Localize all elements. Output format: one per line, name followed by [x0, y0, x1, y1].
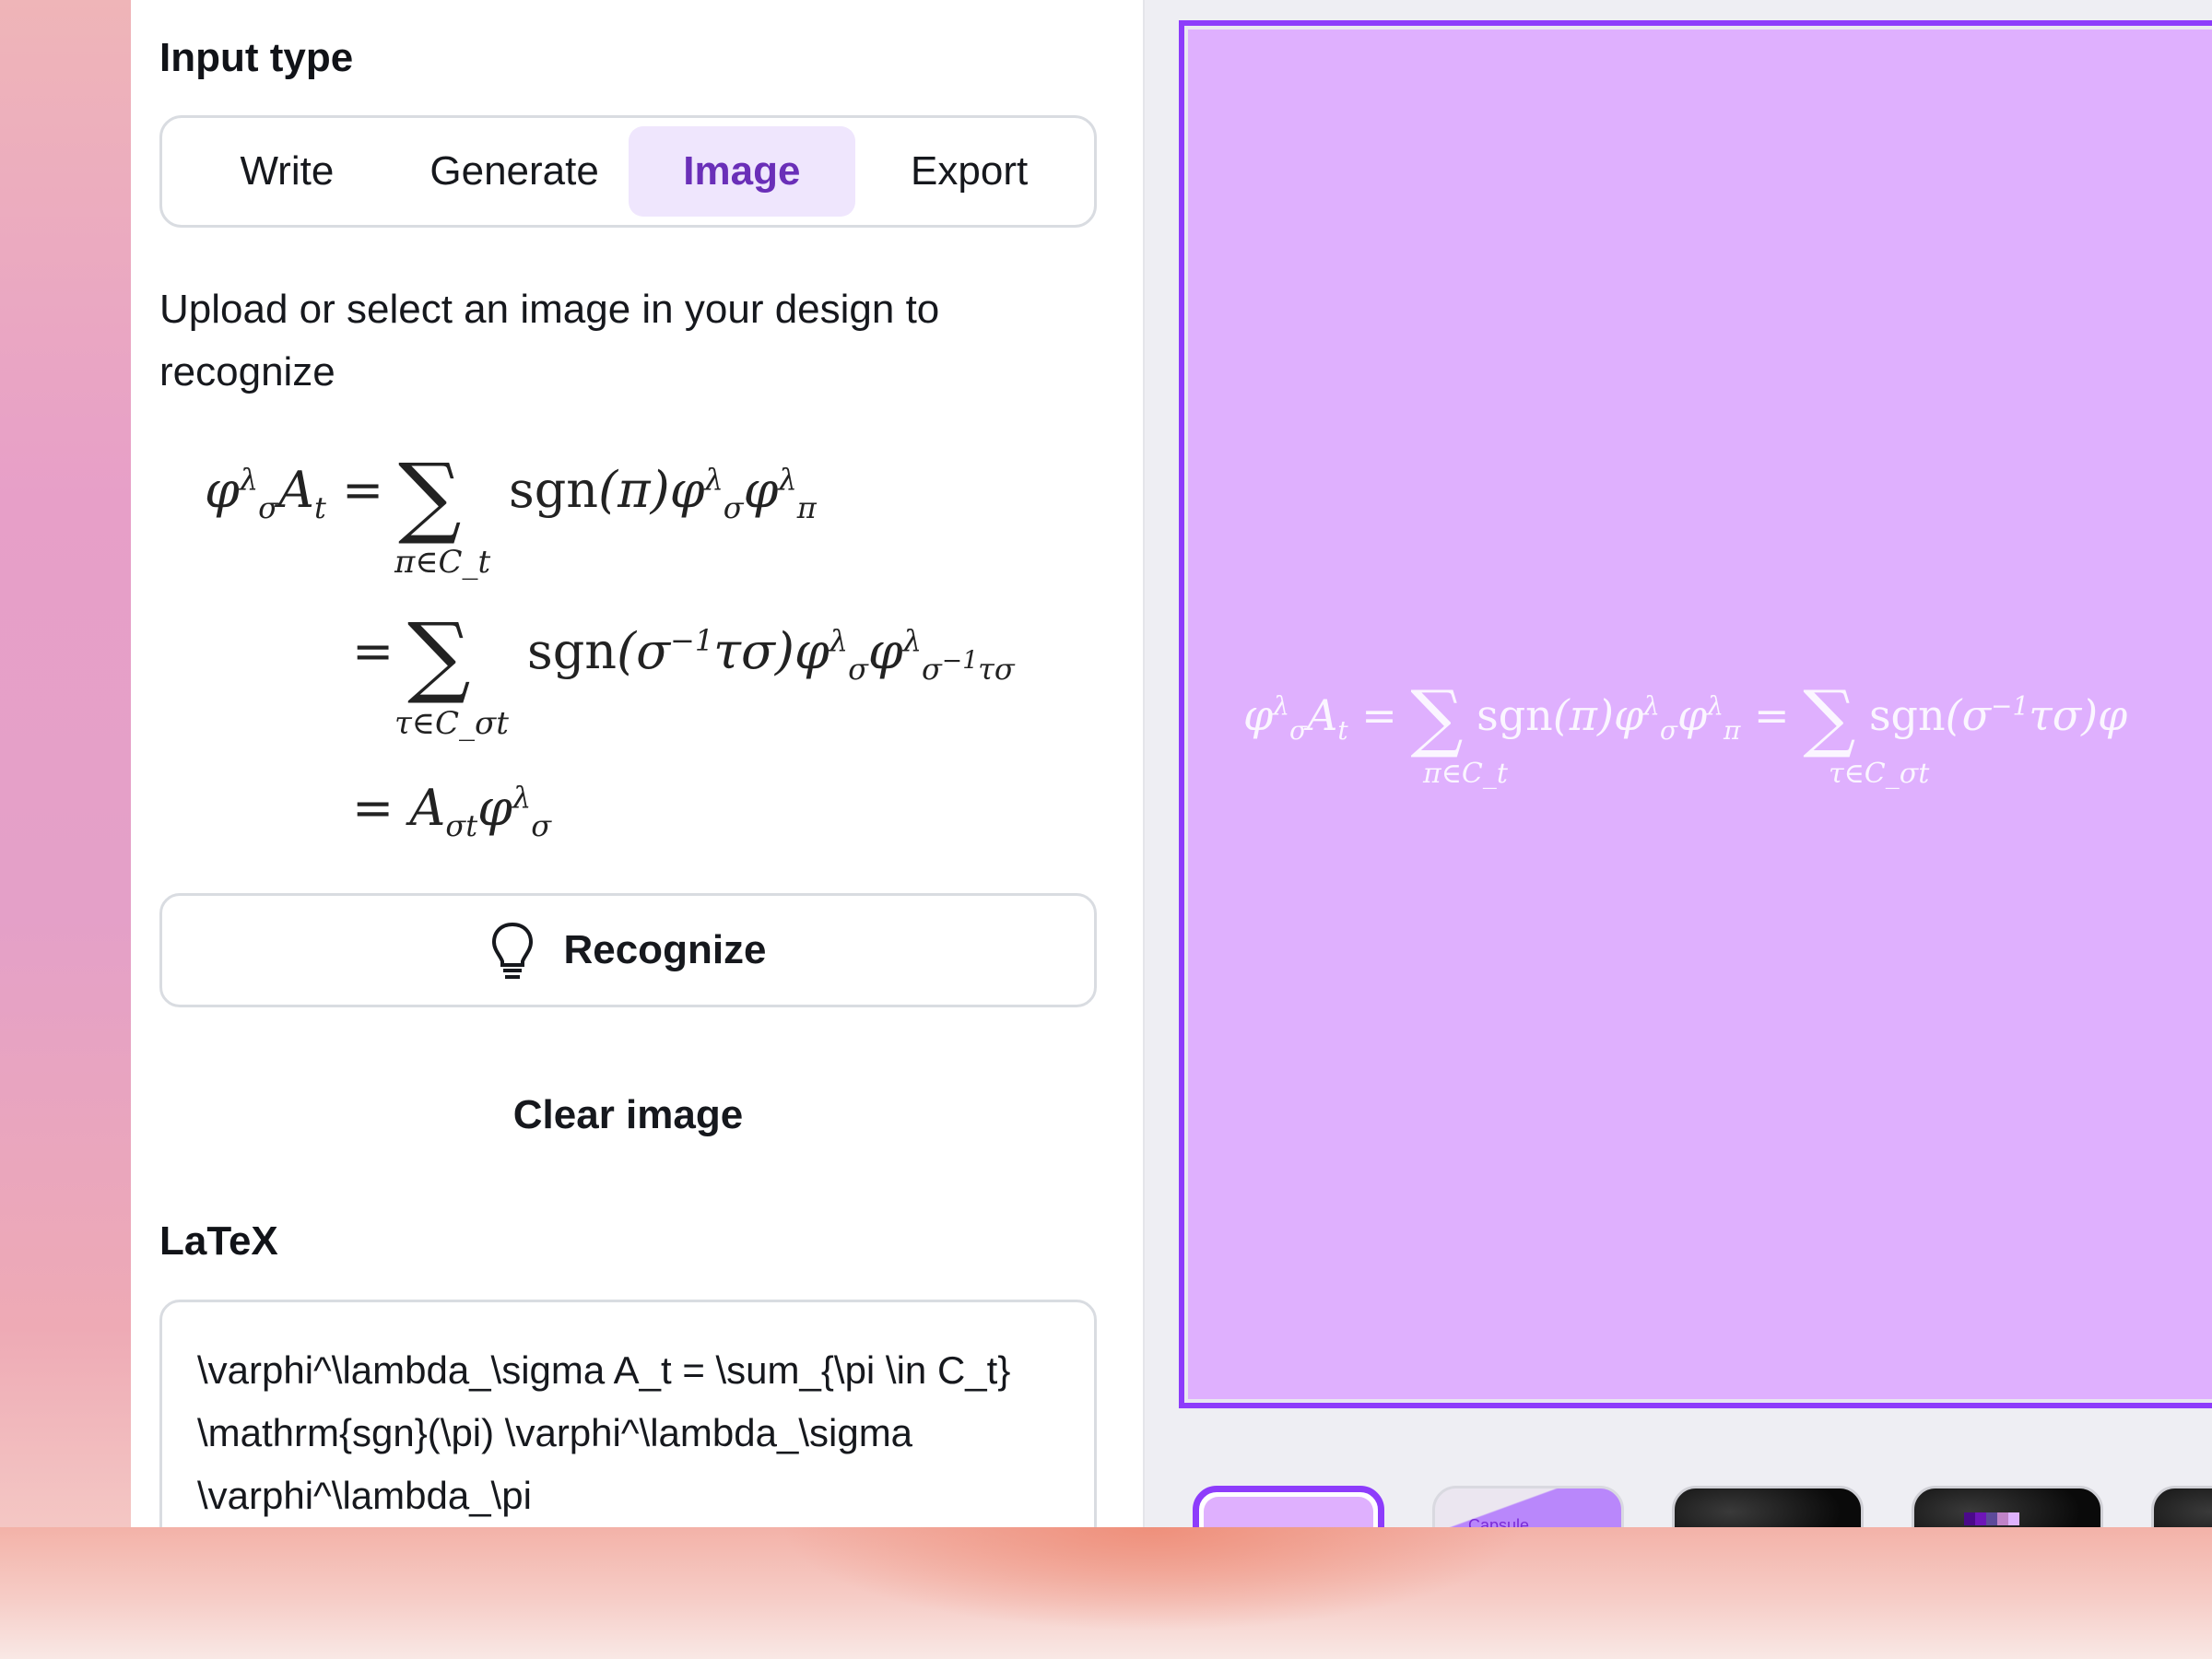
equation-line-3: = Aσtφλσ — [352, 779, 552, 843]
design-page[interactable]: φλσAt = ∑ sgn(π)φλσφλπ = ∑ sgn(σ−1τσ)φ π… — [1188, 29, 2212, 1399]
selected-page-frame[interactable]: φλσAt = ∑ sgn(π)φλσφλπ = ∑ sgn(σ−1τσ)φ π… — [1179, 20, 2212, 1408]
side-panel: Input type Write Generate Image Export U… — [131, 0, 1145, 1527]
latex-label: LaTeX — [159, 1218, 278, 1264]
page-thumbnails: Capsule — [1193, 1486, 2212, 1527]
thumbnail-page-1[interactable] — [1193, 1486, 1384, 1527]
latex-textarea[interactable]: \varphi^\lambda_\sigma A_t = \sum_{\pi \… — [159, 1300, 1097, 1527]
clear-image-button[interactable]: Clear image — [159, 1069, 1097, 1161]
tab-image[interactable]: Image — [628, 126, 856, 217]
thumbnail-page-3[interactable] — [1672, 1486, 1864, 1527]
equation-line-2-sub: τ∈C_σt — [394, 705, 509, 742]
design-workspace: φλσAt = ∑ sgn(π)φλσφλπ = ∑ sgn(σ−1τσ)φ π… — [1145, 0, 2212, 1527]
color-swatches — [1964, 1512, 2019, 1525]
thumbnail-caption: Capsule — [1468, 1516, 1530, 1527]
tab-write[interactable]: Write — [173, 126, 401, 217]
recognize-button[interactable]: Recognize — [159, 893, 1097, 1007]
equation-line-1-rhs: sgn(π)φλσφλπ — [509, 461, 817, 525]
recognize-button-label: Recognize — [563, 927, 767, 972]
tab-export[interactable]: Export — [855, 126, 1083, 217]
tab-generate[interactable]: Generate — [401, 126, 629, 217]
background-gradient — [0, 1527, 2212, 1659]
equation-image-preview[interactable]: φλσAt = ∑ π∈C_t sgn(π)φλσφλπ = ∑ τ∈C_σt … — [205, 442, 1163, 848]
equation-line-2-lhs: = — [352, 622, 394, 680]
thumbnail-page-4[interactable] — [1912, 1486, 2103, 1527]
input-type-segmented-control: Write Generate Image Export — [159, 115, 1097, 228]
canvas-equation[interactable]: φλσAt = ∑ sgn(π)φλσφλπ = ∑ sgn(σ−1τσ)φ — [1243, 675, 2127, 760]
thumbnail-page-2[interactable]: Capsule — [1432, 1486, 1624, 1527]
canvas-equation-sub-1: π∈C_t — [1423, 758, 1508, 790]
input-type-label: Input type — [159, 35, 354, 80]
equation-line-1-sub: π∈C_t — [394, 544, 491, 581]
summation-symbol: ∑ — [398, 444, 462, 547]
canvas-equation-sub-2: τ∈C_σt — [1829, 758, 1930, 790]
equation-line-1-lhs: φλσAt = — [205, 461, 384, 525]
upload-description: Upload or select an image in your design… — [159, 287, 940, 394]
app-window: Input type Write Generate Image Export U… — [131, 0, 2212, 1527]
lightbulb-icon — [492, 922, 534, 979]
thumbnail-preview — [1204, 1497, 1373, 1527]
equation-line-2-rhs: sgn(σ−1τσ)φλσφλσ−1τσ — [527, 622, 1015, 687]
summation-symbol: ∑ — [407, 604, 471, 707]
thumbnail-page-5[interactable] — [2151, 1486, 2212, 1527]
